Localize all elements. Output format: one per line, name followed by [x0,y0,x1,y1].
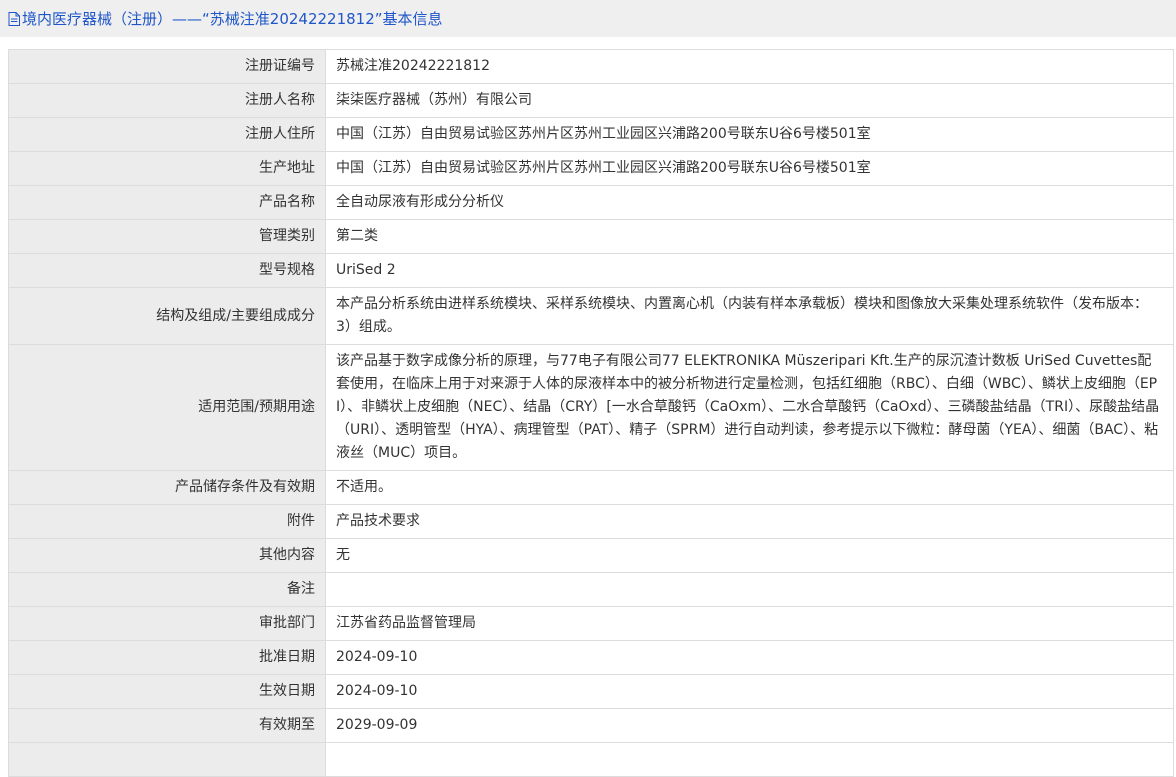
field-value: UriSed 2 [325,253,1174,288]
field-value: 无 [325,538,1174,573]
page-header: 境内医疗器械（注册）——“苏械注准20242221812”基本信息 [0,0,1176,37]
table-row: 产品名称 全自动尿液有形成分分析仪 [8,185,1174,220]
field-label: 产品名称 [8,185,326,220]
table-row: 附件 产品技术要求 [8,504,1174,539]
table-row: 结构及组成/主要组成成分 本产品分析系统由进样系统模块、采样系统模块、内置离心机… [8,287,1174,345]
field-label: 注册人名称 [8,83,326,118]
page-title-link[interactable]: 境内医疗器械（注册）——“苏械注准20242221812”基本信息 [22,8,443,29]
table-row: 适用范围/预期用途 该产品基于数字成像分析的原理，与77电子有限公司77 ELE… [8,344,1174,471]
field-value: 本产品分析系统由进样系统模块、采样系统模块、内置离心机（内装有样本承载板）模块和… [325,287,1174,345]
table-row: 产品储存条件及有效期 不适用。 [8,470,1174,505]
field-label: 附件 [8,504,326,539]
field-value [325,742,1174,777]
field-value: 2024-09-10 [325,674,1174,709]
field-label: 注册证编号 [8,49,326,84]
table-row [8,742,1174,777]
field-value: 该产品基于数字成像分析的原理，与77电子有限公司77 ELEKTRONIKA M… [325,344,1174,471]
table-row: 备注 [8,572,1174,607]
field-value: 2024-09-10 [325,640,1174,675]
field-value: 不适用。 [325,470,1174,505]
field-label: 有效期至 [8,708,326,743]
info-table-container: 注册证编号 苏械注准20242221812 注册人名称 柒柒医疗器械（苏州）有限… [0,37,1176,777]
field-label: 审批部门 [8,606,326,641]
field-label: 批准日期 [8,640,326,675]
table-row: 批准日期 2024-09-10 [8,640,1174,675]
field-value: 苏械注准20242221812 [325,49,1174,84]
document-icon [8,11,20,26]
info-table: 注册证编号 苏械注准20242221812 注册人名称 柒柒医疗器械（苏州）有限… [8,49,1174,777]
table-row: 型号规格 UriSed 2 [8,253,1174,288]
field-label: 生产地址 [8,151,326,186]
field-label: 产品储存条件及有效期 [8,470,326,505]
table-row: 生产地址 中国（江苏）自由贸易试验区苏州片区苏州工业园区兴浦路200号联东U谷6… [8,151,1174,186]
field-value: 全自动尿液有形成分分析仪 [325,185,1174,220]
table-row: 注册人名称 柒柒医疗器械（苏州）有限公司 [8,83,1174,118]
field-label: 结构及组成/主要组成成分 [8,287,326,345]
table-row: 注册证编号 苏械注准20242221812 [8,49,1174,84]
table-row: 有效期至 2029-09-09 [8,708,1174,743]
field-label: 适用范围/预期用途 [8,344,326,471]
field-label: 管理类别 [8,219,326,254]
field-value: 中国（江苏）自由贸易试验区苏州片区苏州工业园区兴浦路200号联东U谷6号楼501… [325,151,1174,186]
table-row: 审批部门 江苏省药品监督管理局 [8,606,1174,641]
field-label: 型号规格 [8,253,326,288]
field-value: 柒柒医疗器械（苏州）有限公司 [325,83,1174,118]
field-value: 产品技术要求 [325,504,1174,539]
table-row: 生效日期 2024-09-10 [8,674,1174,709]
field-value: 中国（江苏）自由贸易试验区苏州片区苏州工业园区兴浦路200号联东U谷6号楼501… [325,117,1174,152]
field-label: 注册人住所 [8,117,326,152]
table-row: 其他内容 无 [8,538,1174,573]
field-label: 其他内容 [8,538,326,573]
field-value: 江苏省药品监督管理局 [325,606,1174,641]
field-label: 生效日期 [8,674,326,709]
field-value: 2029-09-09 [325,708,1174,743]
field-label: 备注 [8,572,326,607]
field-label [8,742,326,777]
field-value [325,572,1174,607]
field-value: 第二类 [325,219,1174,254]
table-row: 管理类别 第二类 [8,219,1174,254]
table-row: 注册人住所 中国（江苏）自由贸易试验区苏州片区苏州工业园区兴浦路200号联东U谷… [8,117,1174,152]
